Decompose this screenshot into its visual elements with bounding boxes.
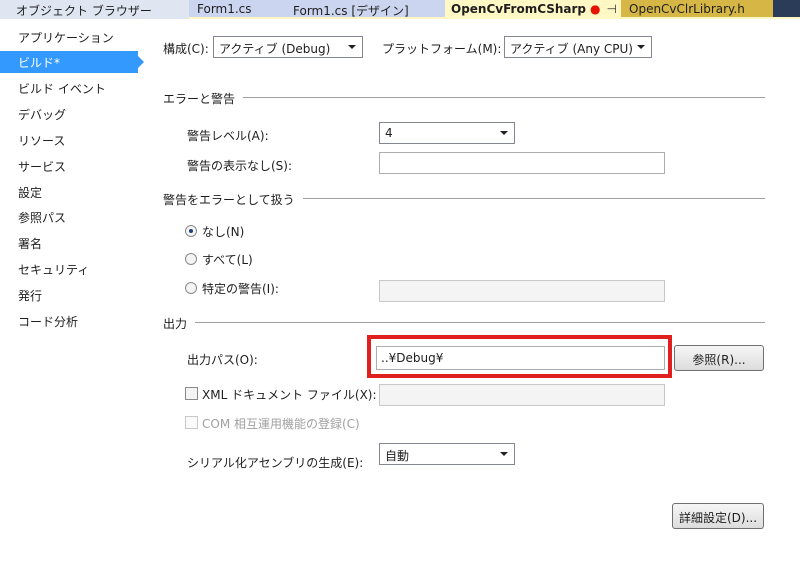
tab-object-browser[interactable]: オブジェクト ブラウザー (0, 0, 189, 19)
radio-none[interactable] (185, 225, 197, 237)
suppress-warnings-label: 警告の表示なし(S): (187, 159, 293, 173)
sidebar-item-signing[interactable]: 署名 (0, 232, 144, 254)
advanced-settings-button[interactable]: 詳細設定(D)... (672, 503, 764, 529)
sidebar-item-application[interactable]: アプリケーション (0, 26, 144, 48)
active-tab-underline (189, 17, 800, 19)
chevron-down-icon (500, 452, 508, 456)
chevron-down-icon (500, 131, 508, 135)
radio-all-label[interactable]: すべて(L) (202, 251, 253, 268)
xml-doc-checkbox[interactable] (185, 387, 198, 400)
sidebar-item-security[interactable]: セキュリティ (0, 258, 144, 280)
sidebar-item-build[interactable]: ビルド* (0, 51, 144, 73)
radio-specific-label[interactable]: 特定の警告(I): (202, 280, 279, 297)
configuration-value: アクティブ (Debug) (219, 42, 331, 56)
section-divider (163, 97, 765, 98)
radio-none-label[interactable]: なし(N) (202, 223, 244, 240)
serialization-dropdown[interactable]: 自動 (379, 443, 515, 465)
sidebar-item-settings[interactable]: 設定 (0, 181, 144, 203)
warning-level-value: 4 (385, 126, 393, 140)
sidebar-item-reference-paths[interactable]: 参照パス (0, 206, 144, 228)
section-divider (163, 322, 765, 323)
sidebar-item-code-analysis[interactable]: コード分析 (0, 310, 144, 332)
serialization-label: シリアル化アセンブリの生成(E): (187, 456, 364, 470)
sidebar-item-build-events[interactable]: ビルド イベント (0, 77, 144, 99)
sidebar-item-services[interactable]: サービス (0, 155, 144, 177)
browse-button[interactable]: 参照(R)... (674, 345, 764, 371)
xml-doc-label[interactable]: XML ドキュメント ファイル(X): (202, 386, 377, 403)
warning-level-dropdown[interactable]: 4 (379, 122, 515, 144)
serialization-value: 自動 (385, 449, 410, 463)
platform-label: プラットフォーム(M): (382, 42, 502, 56)
com-interop-checkbox (185, 416, 198, 429)
specific-warnings-input (379, 280, 665, 302)
platform-value: アクティブ (Any CPU) (510, 42, 633, 56)
chevron-down-icon (637, 45, 645, 49)
treat-warnings-title: 警告をエラーとして扱う (163, 191, 303, 208)
pin-icon[interactable]: ⊣ (607, 2, 617, 16)
tab-title: OpenCvFromCSharp (451, 2, 587, 16)
xml-doc-input (379, 384, 665, 406)
errors-warnings-title: エラーと警告 (163, 90, 244, 107)
sidebar-item-debug[interactable]: デバッグ (0, 103, 144, 125)
highlight-box (367, 335, 672, 378)
configuration-dropdown[interactable]: アクティブ (Debug) (213, 36, 363, 58)
com-interop-label: COM 相互運用機能の登録(C) (202, 417, 360, 431)
output-title: 出力 (163, 315, 196, 332)
configuration-label: 構成(C): (163, 42, 209, 56)
suppress-warnings-input[interactable] (379, 152, 665, 174)
chevron-down-icon (348, 45, 356, 49)
warning-level-label: 警告レベル(A): (187, 129, 269, 143)
output-path-label: 出力パス(O): (187, 353, 258, 367)
sidebar-item-resources[interactable]: リソース (0, 129, 144, 151)
radio-specific[interactable] (185, 282, 197, 294)
modified-dot-icon: ● (590, 2, 601, 16)
platform-dropdown[interactable]: アクティブ (Any CPU) (504, 36, 652, 58)
sidebar-item-publish[interactable]: 発行 (0, 284, 144, 306)
radio-all[interactable] (185, 253, 197, 265)
